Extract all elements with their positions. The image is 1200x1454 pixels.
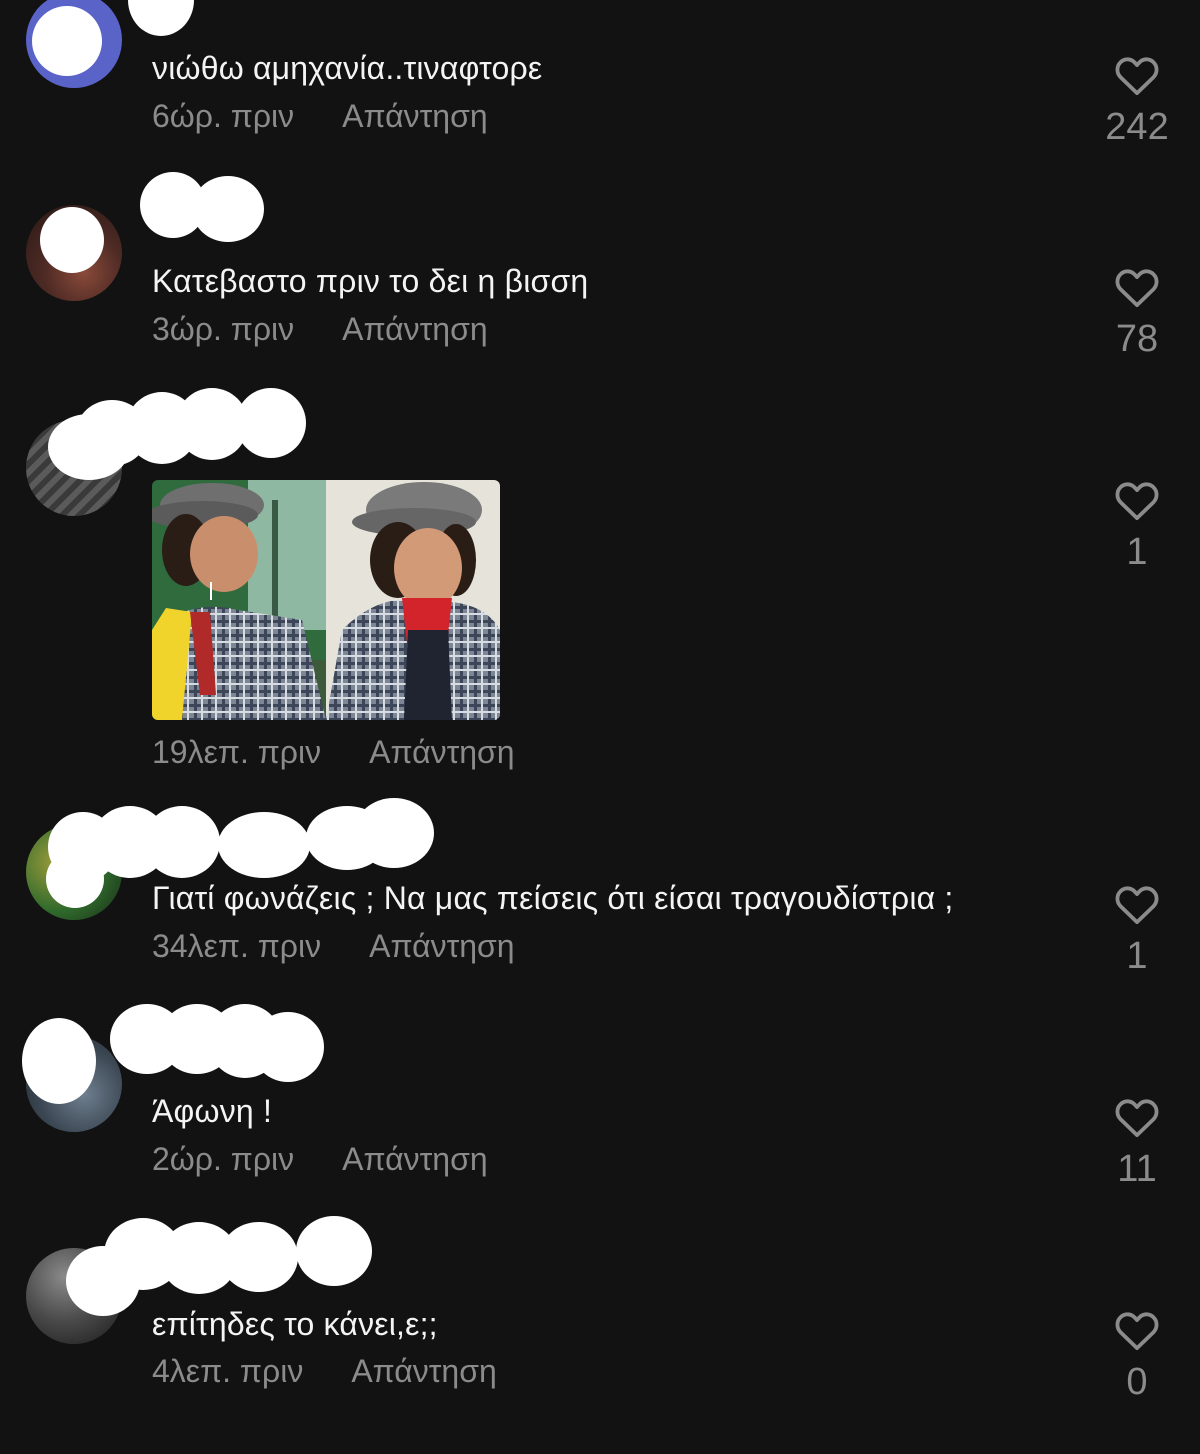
heart-outline-icon[interactable] (1114, 1096, 1160, 1138)
redaction-mark (40, 207, 104, 273)
like-count: 0 (1126, 1361, 1148, 1403)
like-count: 1 (1126, 935, 1148, 977)
comment-time: 34λεπ. πριν (152, 928, 322, 964)
redaction-mark (236, 388, 306, 458)
comment-meta: 34λεπ. πριν Απάντηση (152, 928, 515, 965)
like-group: 11 (1096, 1096, 1178, 1191)
redaction-mark (252, 1012, 324, 1082)
comment-time: 3ώρ. πριν (152, 311, 295, 347)
reply-button[interactable]: Απάντηση (342, 1141, 487, 1178)
meme-image (152, 480, 500, 720)
comment-text: επίτηδες το κάνει,ε;; (152, 1306, 438, 1342)
reply-button[interactable]: Απάντηση (342, 98, 487, 135)
redaction-mark (22, 1018, 96, 1104)
comment-meta: 19λεπ. πριν Απάντηση (152, 734, 515, 771)
redaction-mark (354, 798, 434, 868)
comment-text: νιώθω αμηχανία..τιναφτορε (152, 50, 543, 86)
avatar[interactable] (26, 0, 122, 88)
heart-outline-icon[interactable] (1114, 54, 1160, 96)
redaction-mark (220, 1222, 298, 1292)
comment-meta: 2ώρ. πριν Απάντηση (152, 1141, 488, 1178)
comment-meta: 3ώρ. πριν Απάντηση (152, 311, 488, 348)
reply-button[interactable]: Απάντηση (369, 928, 514, 965)
comment-text: Κατεβαστο πριν το δει η βισση (152, 263, 589, 299)
comment-time: 4λεπ. πριν (152, 1353, 304, 1389)
like-group: 1 (1096, 479, 1178, 574)
comment-time: 19λεπ. πριν (152, 734, 322, 770)
like-group: 1 (1096, 883, 1178, 978)
redaction-mark (218, 812, 310, 878)
redaction-mark (192, 176, 264, 242)
redaction-mark (32, 6, 102, 76)
like-count: 78 (1115, 318, 1159, 360)
like-count: 11 (1117, 1148, 1157, 1190)
like-count: 242 (1105, 106, 1169, 148)
like-group: 242 (1096, 54, 1178, 149)
reply-button[interactable]: Απάντηση (351, 1353, 496, 1390)
heart-outline-icon[interactable] (1114, 479, 1160, 521)
comment-meta: 6ώρ. πριν Απάντηση (152, 98, 488, 135)
heart-outline-icon[interactable] (1114, 1309, 1160, 1351)
like-group: 78 (1096, 266, 1178, 361)
like-count: 1 (1126, 531, 1148, 573)
redaction-mark (144, 806, 220, 878)
avatar[interactable] (26, 205, 122, 301)
reply-button[interactable]: Απάντηση (369, 734, 514, 771)
comment-time: 6ώρ. πριν (152, 98, 295, 134)
comment-text: Γιατί φωνάζεις ; Να μας πείσεις ότι είσα… (152, 880, 954, 916)
heart-outline-icon[interactable] (1114, 266, 1160, 308)
redaction-mark (296, 1216, 372, 1286)
comment-time: 2ώρ. πριν (152, 1141, 295, 1177)
heart-outline-icon[interactable] (1114, 883, 1160, 925)
reply-button[interactable]: Απάντηση (342, 311, 487, 348)
comment-meta: 4λεπ. πριν Απάντηση (152, 1353, 497, 1390)
like-group: 0 (1096, 1309, 1178, 1404)
comment-text: Άφωνη ! (152, 1093, 273, 1129)
redaction-mark (128, 0, 194, 36)
comment-image[interactable] (152, 480, 500, 720)
